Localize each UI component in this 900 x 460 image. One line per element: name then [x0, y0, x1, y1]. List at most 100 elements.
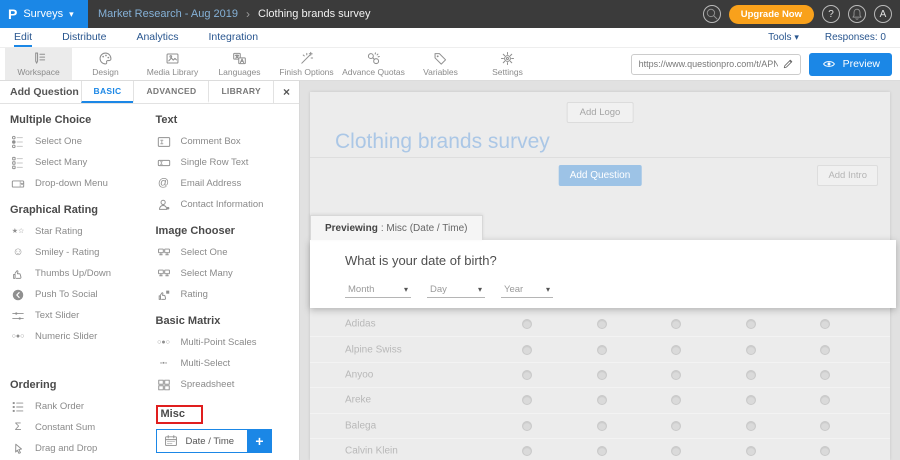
- question-type-date-time[interactable]: Date / Time: [156, 429, 248, 453]
- question-type-multi-point-scales[interactable]: ○●○Multi-Point Scales: [156, 332, 300, 353]
- toolbar-tab-media-library[interactable]: Media Library: [139, 48, 206, 80]
- question-type-email-address[interactable]: @Email Address: [156, 173, 300, 194]
- question-type-thumbs-up-down[interactable]: Thumbs Up/Down: [10, 263, 156, 284]
- question-type-select-one[interactable]: Select One: [156, 242, 300, 263]
- toolbar-tab-variables[interactable]: Variables: [407, 48, 474, 80]
- preview-button[interactable]: Preview: [809, 53, 892, 76]
- radio-option[interactable]: [597, 446, 607, 456]
- question-type-comment-box[interactable]: Comment Box: [156, 131, 300, 152]
- radio-option[interactable]: [522, 421, 532, 431]
- menu-integration[interactable]: Integration: [208, 28, 258, 47]
- date-dropdowns: Month▾ Day▾ Year▾: [345, 282, 553, 298]
- tools-menu[interactable]: Tools ▾: [768, 32, 799, 43]
- panel-tab-advanced[interactable]: ADVANCED: [133, 81, 208, 103]
- toolbar-tab-advance-quotas[interactable]: Advance Quotas: [340, 48, 407, 80]
- date-dropdown-day[interactable]: Day▾: [427, 282, 485, 298]
- question-type-constant-sum[interactable]: ΣConstant Sum: [10, 417, 156, 438]
- search-button[interactable]: [703, 5, 721, 23]
- question-type-single-row-text[interactable]: Single Row Text: [156, 152, 300, 173]
- question-type-numeric-slider[interactable]: ○●○Numeric Slider: [10, 326, 156, 347]
- radio-option[interactable]: [820, 370, 830, 380]
- responses-count[interactable]: Responses: 0: [825, 32, 886, 43]
- panel-tab-library[interactable]: LIBRARY: [208, 81, 273, 103]
- panel-tab-basic[interactable]: BASIC: [81, 81, 134, 103]
- question-type-label: Drag and Drop: [35, 443, 97, 454]
- question-type-contact-information[interactable]: Contact Information: [156, 194, 300, 215]
- radio-option[interactable]: [820, 395, 830, 405]
- add-intro-button[interactable]: Add Intro: [817, 165, 878, 186]
- radio-option[interactable]: [522, 395, 532, 405]
- question-type-drop-down-menu[interactable]: Drop-down Menu: [10, 173, 156, 194]
- edit-url-icon[interactable]: [780, 58, 796, 70]
- menu-distribute[interactable]: Distribute: [62, 28, 106, 47]
- breadcrumb-folder[interactable]: Market Research - Aug 2019: [98, 8, 238, 20]
- question-type-text-slider[interactable]: Text Slider: [10, 305, 156, 326]
- radio-option[interactable]: [597, 319, 607, 329]
- add-logo-button[interactable]: Add Logo: [567, 102, 634, 123]
- matrix-row-label: Alpine Swiss: [345, 344, 402, 355]
- radio-option[interactable]: [746, 345, 756, 355]
- radio-option[interactable]: [522, 370, 532, 380]
- radio-option[interactable]: [820, 446, 830, 456]
- close-panel-button[interactable]: ×: [273, 81, 299, 103]
- toolbar-tab-workspace[interactable]: Workspace: [5, 48, 72, 80]
- date-dropdown-month[interactable]: Month▾: [345, 282, 411, 298]
- finish-options-icon: [299, 51, 315, 66]
- question-type-select-many[interactable]: Select Many: [10, 152, 156, 173]
- radio-option[interactable]: [820, 345, 830, 355]
- question-type-push-to-social[interactable]: Push To Social: [10, 284, 156, 305]
- toolbar-tab-languages[interactable]: Languages: [206, 48, 273, 80]
- question-type-smiley-rating[interactable]: ☺Smiley - Rating: [10, 242, 156, 263]
- question-type-label: Spreadsheet: [181, 379, 235, 390]
- matrix-row-label: Areke: [345, 395, 371, 406]
- panel-column-1: Multiple ChoiceSelect OneSelect ManyDrop…: [10, 106, 156, 460]
- caret-down-icon: ▾: [546, 286, 550, 294]
- matrix-row-label: Calvin Klein: [345, 446, 398, 457]
- menu-analytics[interactable]: Analytics: [136, 28, 178, 47]
- toolbar-tab-design[interactable]: Design: [72, 48, 139, 80]
- radio-option[interactable]: [597, 395, 607, 405]
- radio-option[interactable]: [522, 345, 532, 355]
- question-type-select-one[interactable]: Select One: [10, 131, 156, 152]
- radio-option[interactable]: [746, 395, 756, 405]
- radio-option[interactable]: [671, 319, 681, 329]
- radio-option[interactable]: [597, 370, 607, 380]
- radio-option[interactable]: [671, 446, 681, 456]
- toolbar-tab-settings[interactable]: Settings: [474, 48, 541, 80]
- upgrade-now-button[interactable]: Upgrade Now: [729, 5, 814, 24]
- add-question-button[interactable]: Add Question: [559, 165, 642, 186]
- radio-option[interactable]: [746, 370, 756, 380]
- radio-option[interactable]: [746, 446, 756, 456]
- avatar[interactable]: A: [874, 5, 892, 23]
- menu-edit[interactable]: Edit: [14, 28, 32, 47]
- notifications-button[interactable]: [848, 5, 866, 23]
- question-type-star-rating[interactable]: ★☆Star Rating: [10, 221, 156, 242]
- radio-option[interactable]: [597, 345, 607, 355]
- radio-option[interactable]: [671, 370, 681, 380]
- radio-option[interactable]: [522, 446, 532, 456]
- radio-option[interactable]: [746, 421, 756, 431]
- question-type-drag-and-drop[interactable]: Drag and Drop: [10, 438, 156, 459]
- date-dropdown-year[interactable]: Year▾: [501, 282, 553, 298]
- section-basic-matrix: Basic Matrix○●○Multi-Point Scales▫▪▫Mult…: [156, 315, 300, 395]
- question-type-rating[interactable]: Rating: [156, 284, 300, 305]
- question-type-rank-order[interactable]: Rank Order: [10, 396, 156, 417]
- radio-option[interactable]: [671, 421, 681, 431]
- radio-option[interactable]: [522, 319, 532, 329]
- radio-option[interactable]: [671, 345, 681, 355]
- radio-option[interactable]: [820, 319, 830, 329]
- radio-option[interactable]: [597, 421, 607, 431]
- radio-option[interactable]: [746, 319, 756, 329]
- survey-url-input[interactable]: [631, 54, 801, 75]
- question-type-multi-select[interactable]: ▫▪▫Multi-Select: [156, 353, 300, 374]
- radio-option[interactable]: [820, 421, 830, 431]
- question-type-spreadsheet[interactable]: Spreadsheet: [156, 374, 300, 395]
- product-menu[interactable]: P Surveys ▾: [0, 0, 88, 28]
- help-button[interactable]: ?: [822, 5, 840, 23]
- radio-option[interactable]: [671, 395, 681, 405]
- question-type-select-many[interactable]: Select Many: [156, 263, 300, 284]
- add-date-time-button[interactable]: +: [248, 429, 272, 453]
- matrix-row-areke: Areke: [310, 388, 890, 413]
- toolbar-tab-finish-options[interactable]: Finish Options: [273, 48, 340, 80]
- survey-title[interactable]: Clothing brands survey: [335, 130, 550, 154]
